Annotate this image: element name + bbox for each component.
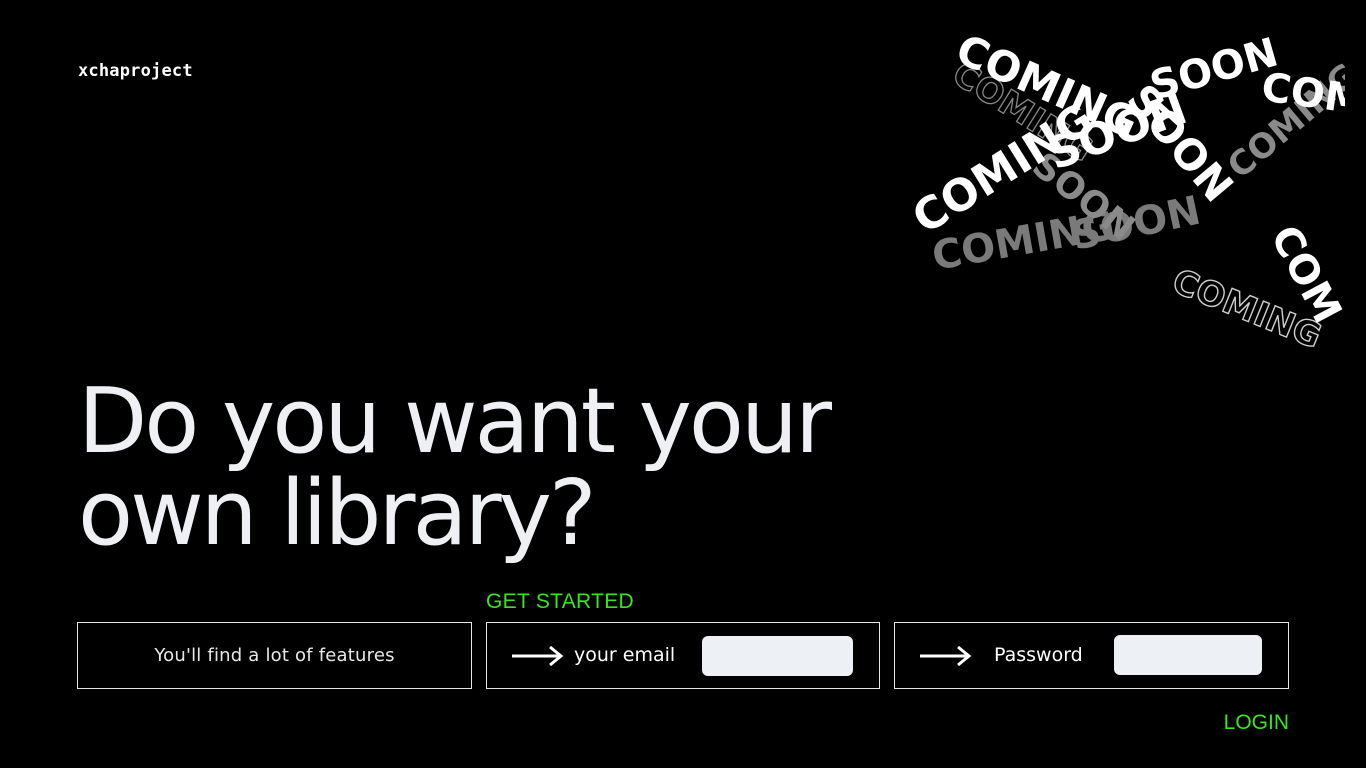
arrow-right-icon [920,645,972,667]
features-text: You'll find a lot of features [154,645,395,666]
coming-soon-graphic: COMING SOON COMING SOON COMING COMING CO… [905,24,1345,350]
password-input[interactable] [1114,635,1262,675]
password-label: Password [994,644,1083,666]
arrow-right-icon [512,645,564,667]
email-label: your email [574,644,676,666]
get-started-link[interactable]: GET STARTED [486,590,634,614]
password-field-group: Password [894,622,1289,689]
email-field-group: your email [486,622,880,689]
hero-line-2: own library? [78,461,597,566]
hero-line-1: Do you want your [78,369,832,474]
login-link[interactable]: LOGIN [1224,711,1289,735]
email-input[interactable] [702,636,853,676]
brand-logo: xchaproject [78,61,193,81]
features-box: You'll find a lot of features [77,622,472,689]
hero-headline: Do you want your own library? [78,369,832,566]
